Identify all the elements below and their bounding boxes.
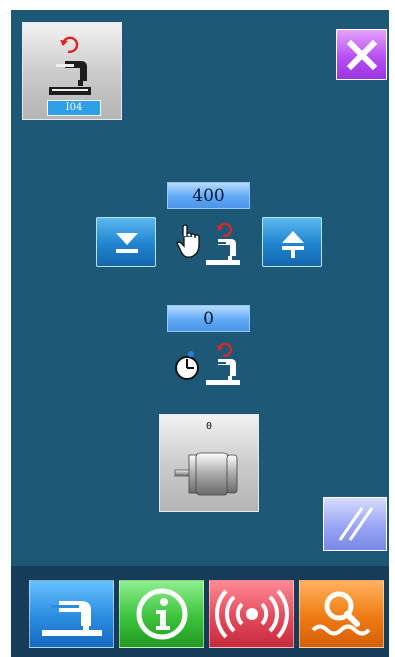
close-button[interactable] bbox=[336, 29, 387, 80]
mode-badge: I04 bbox=[47, 100, 101, 116]
arrow-up-from-line-icon bbox=[282, 231, 304, 258]
slash-button[interactable] bbox=[323, 497, 387, 551]
arrow-down-to-line-icon bbox=[116, 233, 138, 253]
nav-signal-button[interactable] bbox=[209, 580, 294, 648]
timer-sewing-indicator bbox=[170, 342, 244, 386]
hand-sewing-machine-icon bbox=[176, 222, 240, 265]
nav-info-button[interactable] bbox=[119, 580, 204, 648]
delay-value[interactable]: 0 bbox=[167, 305, 250, 332]
double-slash-icon bbox=[338, 507, 374, 541]
clock-sewing-machine-icon bbox=[175, 342, 240, 385]
motor-tile[interactable]: 0 bbox=[159, 414, 259, 512]
manual-sewing-indicator bbox=[176, 222, 242, 266]
nav-search-button[interactable] bbox=[299, 580, 384, 648]
motor-value: 0 bbox=[205, 421, 213, 432]
info-icon bbox=[136, 588, 187, 640]
decrease-button[interactable] bbox=[96, 217, 156, 267]
search-wave-icon bbox=[311, 591, 370, 636]
close-icon bbox=[346, 39, 377, 70]
sewing-machine-reset-icon bbox=[49, 36, 91, 95]
signal-icon bbox=[214, 589, 289, 639]
mode-tile[interactable]: I04 bbox=[22, 22, 122, 120]
motor-icon bbox=[174, 452, 238, 496]
nav-sewing-button[interactable] bbox=[29, 580, 114, 648]
increase-button[interactable] bbox=[262, 217, 322, 267]
sewing-machine-icon bbox=[41, 601, 102, 636]
speed-value[interactable]: 400 bbox=[167, 182, 250, 209]
